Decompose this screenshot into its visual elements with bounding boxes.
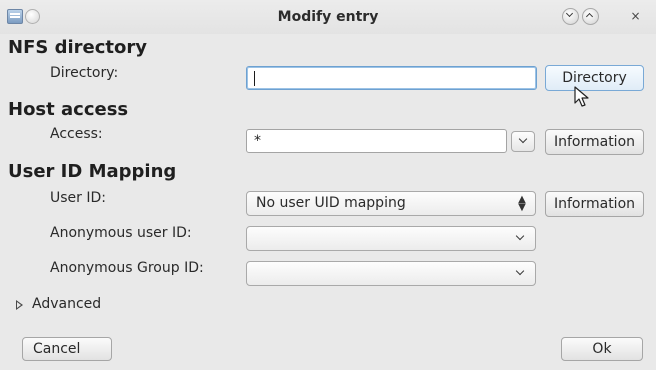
anonymous-group-id-select[interactable]	[246, 261, 536, 286]
access-input[interactable]: *	[246, 129, 507, 153]
user-id-label: User ID:	[50, 190, 106, 206]
maximize-glyph	[585, 12, 594, 21]
title-bar[interactable]: Modify entry ×	[0, 0, 656, 34]
triangle-right-icon	[16, 300, 23, 310]
advanced-label: Advanced	[32, 296, 102, 312]
chevron-down-icon	[515, 266, 525, 276]
chevron-down-icon	[515, 231, 525, 241]
user-id-select-value: No user UID mapping	[256, 195, 406, 211]
directory-label: Directory:	[50, 65, 119, 81]
close-icon[interactable]: ×	[627, 8, 644, 25]
chevron-down-icon[interactable]	[562, 8, 579, 25]
user-id-select[interactable]: No user UID mapping ▲ ▼	[246, 191, 536, 216]
section-heading-host-access: Host access	[8, 99, 129, 120]
anonymous-group-id-label: Anonymous Group ID:	[50, 260, 204, 276]
access-dropdown-button[interactable]	[511, 131, 535, 152]
anonymous-user-id-label: Anonymous user ID:	[50, 225, 192, 241]
section-heading-nfs-directory: NFS directory	[8, 37, 147, 58]
access-label: Access:	[50, 126, 103, 142]
chevron-down-icon	[518, 134, 528, 144]
modify-entry-dialog: Modify entry × NFS directory Directory: …	[0, 0, 656, 370]
access-information-button[interactable]: Information	[545, 129, 644, 155]
directory-button[interactable]: Directory	[545, 65, 644, 91]
chevron-up-icon[interactable]	[582, 8, 599, 25]
anonymous-user-id-select[interactable]	[246, 226, 536, 251]
ok-button[interactable]: Ok	[561, 337, 643, 361]
directory-input[interactable]	[246, 66, 537, 90]
minimize-glyph	[565, 9, 574, 18]
window-title: Modify entry	[277, 9, 379, 25]
access-input-value: *	[254, 133, 261, 149]
cancel-button[interactable]: Cancel	[22, 337, 112, 361]
section-heading-user-id-mapping: User ID Mapping	[8, 161, 177, 182]
user-id-information-button[interactable]: Information	[545, 191, 644, 217]
text-caret	[254, 71, 255, 86]
mouse-pointer-icon	[574, 86, 589, 107]
up-down-arrows-icon: ▲ ▼	[518, 194, 526, 213]
